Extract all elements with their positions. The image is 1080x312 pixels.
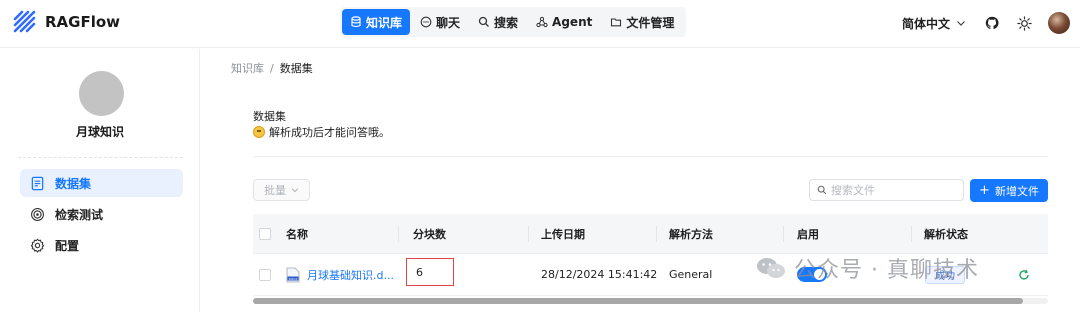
sidebar-item-label: 检索测试: [55, 207, 104, 222]
main-nav: 知识库 聊天 搜索 Agent 文件管理: [340, 7, 687, 37]
chunk-count: 6: [416, 265, 423, 279]
nav-item-label: 搜索: [494, 15, 519, 30]
plus-icon: +: [979, 183, 990, 198]
sidebar-item-settings[interactable]: 配置: [20, 231, 183, 259]
sidebar-item-retrieval-test[interactable]: 检索测试: [20, 200, 183, 228]
search-icon: [478, 16, 489, 27]
nav-item-label: Agent: [552, 15, 593, 29]
column-header-chunks[interactable]: 分块数: [413, 226, 446, 242]
column-separator: [528, 226, 529, 242]
nav-item-label: 知识库: [366, 15, 403, 30]
search-icon: [817, 185, 827, 195]
gear-icon: [30, 238, 45, 253]
column-header-parse-method[interactable]: 解析方法: [669, 226, 713, 242]
breadcrumb-root[interactable]: 知识库: [231, 60, 264, 76]
top-bar: RAGFlow 知识库 聊天 搜索 Agent 文件管理 简体中文: [0, 0, 1080, 48]
bulk-actions-button[interactable]: 批量: [253, 179, 310, 201]
section-title: 数据集: [253, 110, 286, 123]
app-name: RAGFlow: [45, 13, 121, 31]
column-header-enabled[interactable]: 启用: [797, 226, 819, 242]
section-divider: [253, 156, 1048, 157]
github-icon[interactable]: [984, 15, 1000, 31]
select-all-checkbox[interactable]: [259, 227, 271, 240]
nav-item-chat[interactable]: 聊天: [412, 9, 468, 35]
nav-item-file-management[interactable]: 文件管理: [602, 9, 682, 35]
table-horizontal-scrollbar[interactable]: [253, 298, 1048, 304]
breadcrumb-current: 数据集: [279, 62, 313, 75]
sidebar-divider: [18, 157, 183, 158]
app-logo[interactable]: RAGFlow: [12, 9, 120, 35]
user-avatar[interactable]: [1048, 12, 1070, 34]
refresh-icon[interactable]: [1018, 269, 1030, 281]
column-separator: [911, 226, 912, 242]
watermark-text: 公众号 · 真聊技术: [794, 258, 979, 283]
file-search: [809, 179, 964, 201]
column-separator: [398, 226, 399, 242]
nav-item-search[interactable]: 搜索: [470, 9, 526, 35]
sidebar-item-label: 数据集: [55, 176, 92, 191]
folder-icon: [611, 18, 622, 27]
nav-item-knowledge-base[interactable]: 知识库: [342, 9, 411, 35]
section-description: 解析成功后才能问答哦。: [253, 124, 390, 140]
breadcrumb: 知识库 / 数据集: [231, 60, 313, 76]
nav-item-label: 聊天: [436, 15, 461, 30]
smile-icon: [253, 126, 265, 138]
nav-item-label: 文件管理: [626, 15, 675, 30]
chat-icon: [420, 16, 432, 28]
column-separator: [656, 226, 657, 242]
scrollbar-thumb[interactable]: [253, 298, 1023, 304]
column-separator: [783, 226, 784, 242]
breadcrumb-separator: /: [270, 61, 274, 75]
language-select[interactable]: 简体中文: [902, 15, 966, 32]
nav-item-agent[interactable]: Agent: [528, 9, 600, 35]
header-tools: 简体中文: [902, 12, 1070, 34]
kb-sidebar: 月球知识 数据集 检索测试 配置: [0, 49, 200, 312]
file-name: 月球基础知识.d...: [307, 268, 394, 282]
chunk-count-highlight: 6: [406, 258, 454, 286]
chevron-down-icon: [957, 21, 965, 26]
sidebar-item-label: 配置: [55, 238, 80, 253]
sun-icon[interactable]: [1016, 15, 1032, 31]
chevron-down-icon: [291, 188, 299, 193]
database-icon: [351, 16, 361, 28]
watermark: 公众号 · 真聊技术: [756, 252, 979, 284]
document-icon: [31, 176, 44, 190]
sidebar-item-dataset[interactable]: 数据集: [20, 169, 183, 197]
column-header-upload-date[interactable]: 上传日期: [541, 226, 585, 242]
bulk-label: 批量: [264, 184, 286, 197]
kb-name: 月球知识: [75, 125, 124, 139]
file-name-link[interactable]: DOCX 月球基础知识.d...: [286, 267, 394, 283]
wechat-icon: [757, 258, 785, 278]
add-file-label: 新增文件: [994, 184, 1039, 198]
add-file-button[interactable]: + 新增文件: [970, 179, 1048, 202]
table-header: 名称 分块数 上传日期 解析方法 启用 解析状态: [253, 214, 1048, 254]
row-checkbox[interactable]: [259, 268, 271, 281]
ragflow-logo-icon: [13, 10, 36, 33]
column-header-name[interactable]: 名称: [286, 226, 308, 242]
upload-date: 28/12/2024 15:41:42: [541, 268, 658, 281]
file-search-input[interactable]: [831, 183, 951, 197]
language-label: 简体中文: [901, 16, 950, 31]
parse-method[interactable]: General: [669, 268, 712, 281]
docx-file-icon: DOCX: [286, 267, 300, 282]
svg-text:DOCX: DOCX: [289, 276, 298, 280]
kb-avatar: [79, 71, 124, 116]
section-description-text: 解析成功后才能问答哦。: [269, 126, 390, 139]
target-icon: [31, 207, 44, 221]
agent-icon: [536, 16, 548, 28]
column-header-parse-status[interactable]: 解析状态: [924, 226, 968, 242]
